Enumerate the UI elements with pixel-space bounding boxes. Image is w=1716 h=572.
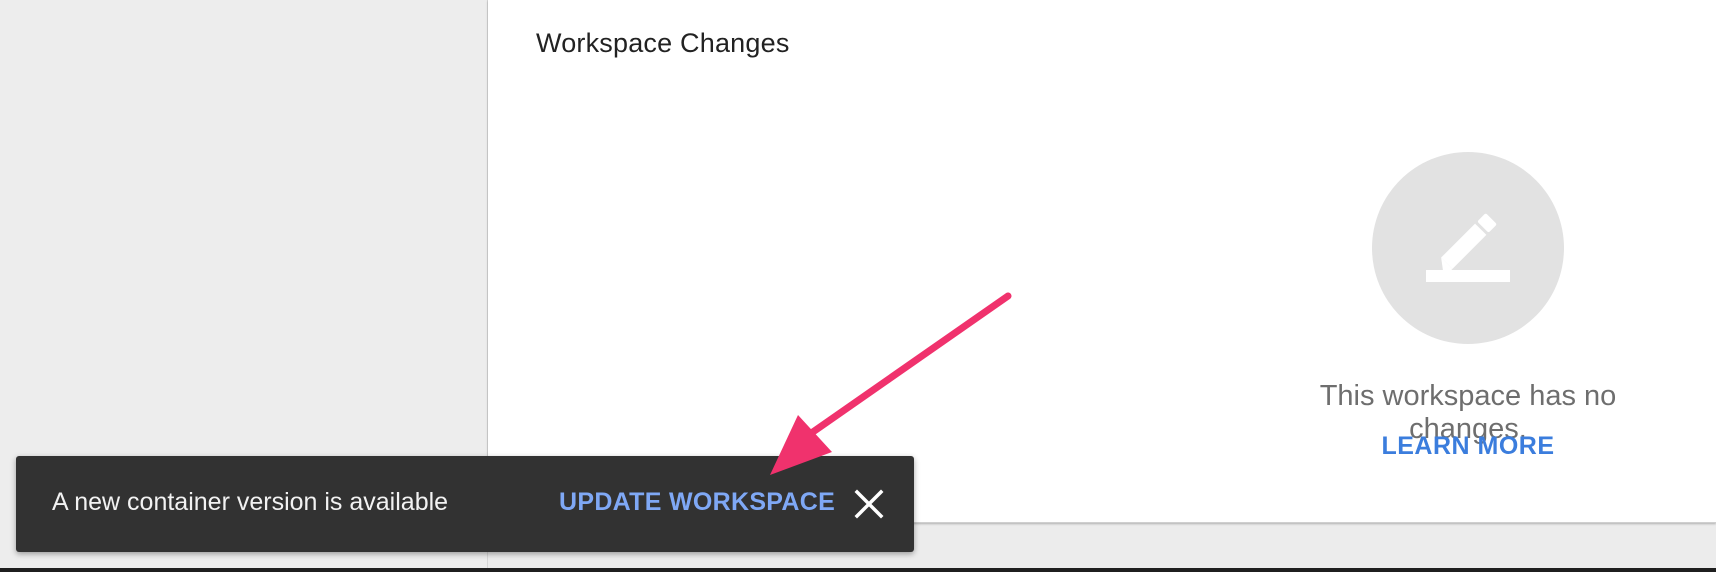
app-frame: Workspace Changes This workspace has no …: [0, 0, 1716, 572]
edit-pencil-icon: [1426, 213, 1510, 282]
workspace-changes-card: Workspace Changes This workspace has no …: [488, 0, 1716, 523]
update-snackbar: A new container version is available UPD…: [16, 456, 914, 552]
learn-more-link[interactable]: LEARN MORE: [1368, 432, 1568, 461]
window-bottom-edge: [0, 568, 1716, 572]
close-icon[interactable]: [851, 486, 887, 522]
card-title: Workspace Changes: [536, 28, 790, 58]
snackbar-message: A new container version is available: [52, 488, 449, 516]
update-workspace-button[interactable]: UPDATE WORKSPACE: [559, 488, 835, 517]
empty-state-icon-circle: [1372, 152, 1564, 344]
